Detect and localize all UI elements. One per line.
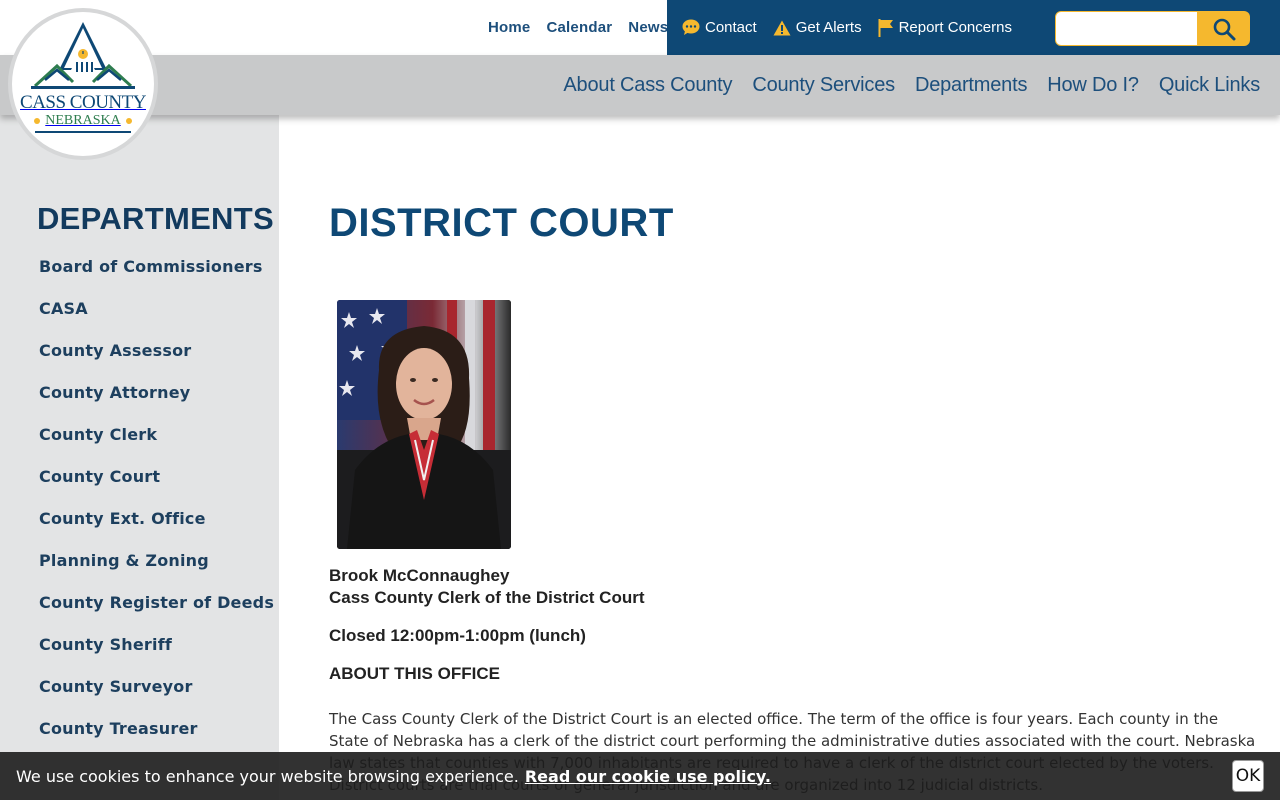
main-content: DISTRICT COURT Brook McConnaughey Cass C… (279, 115, 1280, 800)
get-alerts-label: Get Alerts (795, 19, 862, 36)
list-item: County Register of Deeds (39, 593, 274, 635)
clerk-name: Brook McConnaughey (329, 566, 510, 585)
utility-actions: Contact Get Alerts Report Concerns (682, 0, 1028, 55)
logo-dot (125, 118, 132, 124)
list-item: County Assessor (39, 341, 274, 383)
sidebar-title: DEPARTMENTS (37, 201, 274, 236)
county-logo[interactable]: CASS COUNTY NEBRASKA (8, 8, 158, 160)
courthouse-emblem-icon (31, 22, 135, 89)
sidebar-item-county-treasurer[interactable]: County Treasurer (39, 719, 198, 738)
logo-state-name: NEBRASKA (45, 113, 121, 128)
main-nav-links: About Cass County County Services Depart… (543, 55, 1260, 115)
list-item: County Ext. Office (39, 509, 274, 551)
clerk-portrait-photo (337, 300, 511, 549)
portrait-illustration (337, 300, 511, 549)
office-hours: Closed 12:00pm-1:00pm (lunch) (329, 626, 586, 645)
sidebar-item-county-assessor[interactable]: County Assessor (39, 341, 191, 360)
about-heading: ABOUT THIS OFFICE (329, 664, 500, 683)
sidebar-item-casa[interactable]: CASA (39, 299, 88, 318)
logo-rule (35, 131, 131, 133)
list-item: County Attorney (39, 383, 274, 425)
home-link[interactable]: Home (488, 19, 530, 36)
list-item: Board of Commissioners (39, 257, 274, 299)
get-alerts-link[interactable]: Get Alerts (773, 19, 862, 36)
warning-icon (773, 20, 791, 35)
departments-list: Board of Commissioners CASA County Asses… (39, 257, 274, 761)
nav-about-cass-county[interactable]: About Cass County (563, 74, 732, 97)
sidebar-item-board-of-commissioners[interactable]: Board of Commissioners (39, 257, 263, 276)
list-item: County Clerk (39, 425, 274, 467)
sidebar-item-county-surveyor[interactable]: County Surveyor (39, 677, 193, 696)
sidebar-item-planning-zoning[interactable]: Planning & Zoning (39, 551, 209, 570)
contact-label: Contact (705, 19, 757, 36)
nav-departments[interactable]: Departments (915, 74, 1027, 97)
page-title: DISTRICT COURT (329, 201, 674, 245)
sidebar-item-county-sheriff[interactable]: County Sheriff (39, 635, 172, 654)
sidebar-item-county-clerk[interactable]: County Clerk (39, 425, 157, 444)
list-item: County Sheriff (39, 635, 274, 677)
list-item: Planning & Zoning (39, 551, 274, 593)
cookie-policy-link[interactable]: Read our cookie use policy. (525, 767, 771, 786)
search-input[interactable] (1055, 11, 1198, 46)
calendar-link[interactable]: Calendar (546, 19, 612, 36)
search-button[interactable] (1198, 11, 1250, 46)
logo-county-name: CASS COUNTY (20, 92, 146, 113)
search-icon (1213, 18, 1236, 40)
sidebar-item-county-ext-office[interactable]: County Ext. Office (39, 509, 206, 528)
report-concerns-link[interactable]: Report Concerns (878, 18, 1012, 37)
list-item: County Surveyor (39, 677, 274, 719)
flag-icon (878, 18, 893, 37)
news-link[interactable]: News (628, 19, 668, 36)
logo-dot (34, 118, 41, 124)
nav-quick-links[interactable]: Quick Links (1159, 74, 1260, 97)
list-item: County Court (39, 467, 274, 509)
nav-county-services[interactable]: County Services (752, 74, 895, 97)
utility-links: Home Calendar News (480, 0, 676, 55)
sidebar-item-county-attorney[interactable]: County Attorney (39, 383, 190, 402)
nav-how-do-i[interactable]: How Do I? (1047, 74, 1139, 97)
search-box (1055, 11, 1250, 46)
list-item: CASA (39, 299, 274, 341)
cookie-ok-button[interactable]: OK (1232, 760, 1264, 792)
sidebar-item-register-of-deeds[interactable]: County Register of Deeds (39, 593, 274, 612)
departments-sidebar: DEPARTMENTS Board of Commissioners CASA … (0, 115, 279, 800)
sidebar-item-county-court[interactable]: County Court (39, 467, 160, 486)
logo-state-row: NEBRASKA (29, 113, 136, 129)
cookie-message: We use cookies to enhance your website b… (16, 766, 519, 786)
chat-bubble-icon (682, 19, 700, 35)
report-concerns-label: Report Concerns (898, 19, 1012, 36)
contact-link[interactable]: Contact (682, 19, 757, 36)
cookie-banner: We use cookies to enhance your website b… (0, 752, 1280, 800)
clerk-title: Cass County Clerk of the District Court (329, 588, 645, 607)
utility-bar: Home Calendar News Contact Get Alerts Re… (0, 0, 1280, 55)
main-nav: About Cass County County Services Depart… (0, 55, 1280, 115)
